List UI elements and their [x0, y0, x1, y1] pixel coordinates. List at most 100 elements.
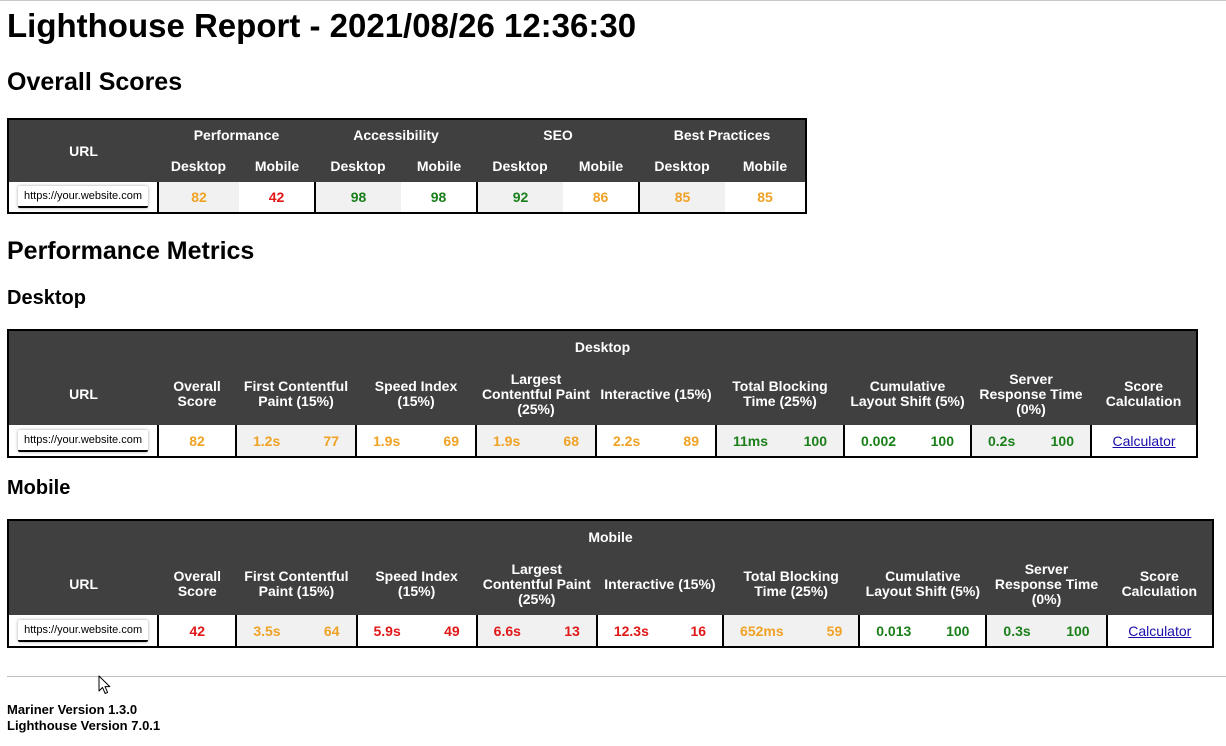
- metric-time: 12.3s: [613, 622, 649, 639]
- score-cell: 85: [757, 189, 773, 205]
- performance-metrics-heading: Performance Metrics: [7, 237, 255, 265]
- url-cell: https://your.website.com: [8, 615, 160, 647]
- category-best-practices: Best Practices: [639, 119, 807, 151]
- category-accessibility: Accessibility: [315, 119, 478, 151]
- overall-scores-heading: Overall Scores: [7, 68, 183, 96]
- speed-index-cell: 1.9s 69: [356, 425, 477, 457]
- device-desktop-header: Desktop: [639, 151, 726, 182]
- mariner-version: Mariner Version 1.3.0: [7, 702, 138, 717]
- mobile-heading: Mobile: [7, 477, 71, 499]
- lcp-cell: 1.9s 68: [476, 425, 597, 457]
- score-cell: 92: [477, 182, 564, 213]
- desktop-metrics-table: Desktop URL Overall Score First Contentf…: [7, 329, 1199, 458]
- metric-score: 100: [1050, 432, 1074, 449]
- score-cell: 82: [158, 182, 239, 213]
- lcp-header: Largest Contentful Paint (25%): [476, 363, 596, 425]
- metric-time: 1.2s: [253, 432, 281, 449]
- overall-score-cell: 42: [158, 615, 238, 647]
- interactive-cell: 12.3s 16: [596, 615, 725, 647]
- speed-index-header: Speed Index (15%): [356, 553, 477, 615]
- mobile-caption: Mobile: [8, 520, 1213, 553]
- mobile-metrics-table: Mobile URL Overall Score First Contentfu…: [7, 519, 1214, 648]
- tbt-cell: 652ms 59: [723, 615, 861, 647]
- calculator-cell: Calculator: [1107, 615, 1213, 647]
- tbt-header: Total Blocking Time (25%): [723, 553, 860, 615]
- metric-score: 100: [803, 432, 827, 449]
- calculator-link[interactable]: Calculator: [1113, 433, 1176, 449]
- server-response-header: Server Response Time (0%): [986, 553, 1107, 615]
- metric-score: 89: [683, 432, 699, 449]
- footer-divider: [7, 676, 1226, 677]
- tbt-cell: 11ms 100: [716, 425, 845, 457]
- metric-time: 6.6s: [493, 622, 521, 639]
- metric-score: 77: [323, 432, 339, 449]
- lcp-header: Largest Contentful Paint (25%): [476, 553, 597, 615]
- calculator-cell: Calculator: [1091, 425, 1197, 457]
- metric-time: 0.002: [861, 432, 897, 449]
- calculator-link[interactable]: Calculator: [1128, 623, 1191, 639]
- speed-index-header: Speed Index (15%): [356, 363, 476, 425]
- device-mobile-header: Mobile: [401, 151, 478, 182]
- top-border: [0, 0, 1226, 1]
- lighthouse-version: Lighthouse Version 7.0.1: [7, 718, 161, 733]
- interactive-header: Interactive (15%): [596, 363, 716, 425]
- interactive-header: Interactive (15%): [596, 553, 724, 615]
- score-calculation-header: Score Calculation: [1091, 363, 1198, 425]
- metric-time: 0.013: [876, 622, 912, 639]
- overall-score-header: Overall Score: [158, 363, 236, 425]
- metric-time: 5.9s: [373, 622, 401, 639]
- metric-time: 1.9s: [493, 432, 521, 449]
- cls-header: Cumulative Layout Shift (5%): [859, 553, 987, 615]
- fcp-cell: 1.2s 77: [236, 425, 357, 457]
- metric-time: 652ms: [740, 622, 784, 639]
- overall-url-header: URL: [8, 119, 158, 182]
- metric-time: 2.2s: [613, 432, 641, 449]
- category-seo: SEO: [477, 119, 640, 151]
- score-cell: 86: [563, 182, 641, 213]
- speed-index-cell: 5.9s 49: [356, 615, 478, 647]
- cls-cell: 0.013 100: [859, 615, 988, 647]
- desktop-caption: Desktop: [8, 330, 1198, 363]
- url-header: URL: [8, 553, 159, 615]
- desktop-heading: Desktop: [7, 287, 86, 309]
- device-mobile-header: Mobile: [563, 151, 640, 182]
- metric-time: 1.9s: [373, 432, 401, 449]
- device-desktop-header: Desktop: [158, 151, 239, 182]
- table-row: https://your.website.com 42 3.5s 64 5.9s 4…: [8, 615, 1213, 647]
- overall-score-header: Overall Score: [158, 553, 237, 615]
- metric-score: 68: [563, 432, 579, 449]
- score-cell: 42: [239, 182, 316, 213]
- device-desktop-header: Desktop: [315, 151, 401, 182]
- metric-score: 64: [323, 622, 340, 639]
- device-desktop-header: Desktop: [477, 151, 564, 182]
- metric-score: 100: [946, 622, 970, 639]
- tbt-header: Total Blocking Time (25%): [716, 363, 844, 425]
- device-mobile-header: Mobile: [725, 151, 807, 182]
- device-mobile-header: Mobile: [239, 151, 315, 182]
- url-field[interactable]: https://your.website.com: [18, 186, 148, 208]
- overall-score-cell: 82: [158, 425, 237, 457]
- metric-time: 0.3s: [1003, 622, 1031, 639]
- metric-score: 13: [564, 622, 580, 639]
- fcp-cell: 3.5s 64: [236, 615, 358, 647]
- score-cell: 98: [315, 182, 401, 213]
- metric-time: 3.5s: [253, 622, 281, 639]
- cls-header: Cumulative Layout Shift (5%): [844, 363, 971, 425]
- metric-time: 0.2s: [988, 432, 1016, 449]
- fcp-header: First Contentful Paint (15%): [236, 363, 356, 425]
- metric-score: 49: [444, 622, 460, 639]
- metric-score: 100: [1066, 622, 1090, 639]
- url-field[interactable]: https://your.website.com: [18, 429, 148, 452]
- score-cell: 85: [639, 182, 726, 213]
- table-row: https://your.website.com 82 1.2s 77 1.9s 6…: [8, 425, 1197, 457]
- server-response-cell: 0.2s 100: [971, 425, 1092, 457]
- score-calculation-header: Score Calculation: [1106, 553, 1213, 615]
- metric-score: 69: [443, 432, 459, 449]
- fcp-header: First Contentful Paint (15%): [236, 553, 357, 615]
- url-header: URL: [8, 363, 158, 425]
- metric-time: 11ms: [733, 432, 769, 449]
- interactive-cell: 2.2s 89: [596, 425, 717, 457]
- mouse-pointer-icon: [98, 675, 111, 694]
- url-field[interactable]: https://your.website.com: [18, 619, 149, 642]
- server-response-cell: 0.3s 100: [986, 615, 1108, 647]
